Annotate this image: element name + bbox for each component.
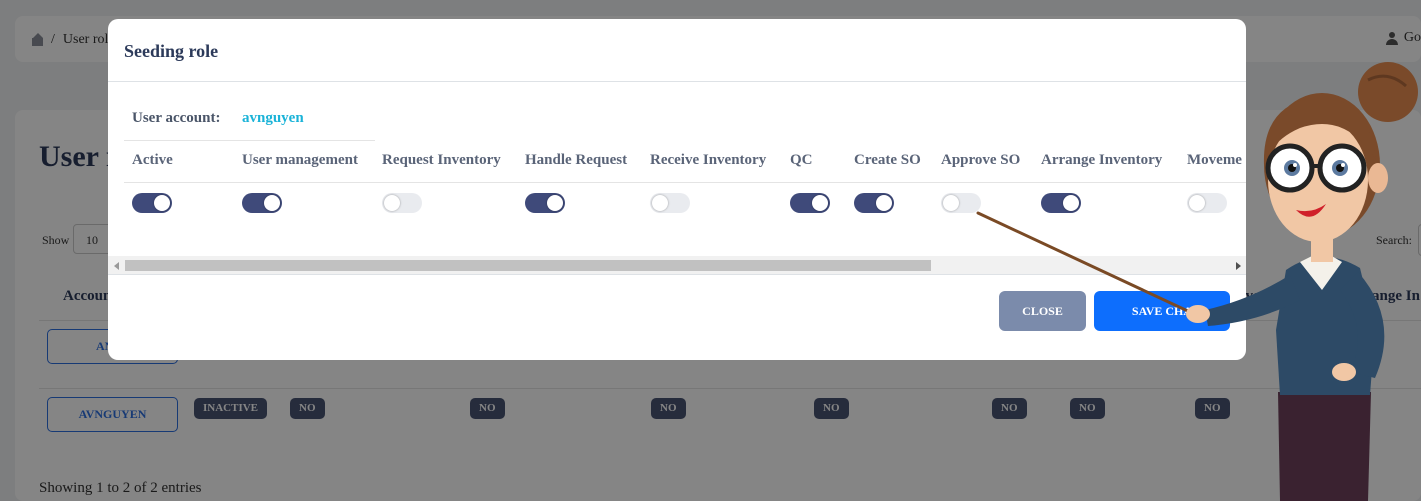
teacher-illustration <box>976 62 1418 501</box>
skirt <box>1278 392 1371 501</box>
pointer-stick <box>976 211 1194 315</box>
hair-bun <box>1358 62 1418 122</box>
